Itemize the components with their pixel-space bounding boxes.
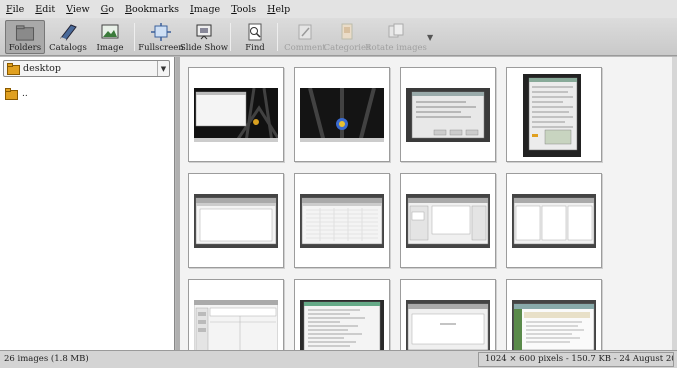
thumbnail-image: [406, 88, 490, 142]
folder-icon: [7, 62, 20, 75]
thumbnail[interactable]: [294, 173, 390, 268]
thumbnail[interactable]: [188, 173, 284, 268]
thumbnail[interactable]: [188, 67, 284, 162]
thumbnail[interactable]: [400, 67, 496, 162]
tree-item-label: ..: [22, 89, 28, 99]
toolbar-separator: [277, 23, 278, 51]
image-icon: [101, 24, 119, 39]
menu-go[interactable]: Go: [101, 4, 114, 15]
thumbnail-image: [406, 194, 490, 248]
chevron-down-icon[interactable]: ▼: [157, 61, 169, 76]
thumbnail-image: [300, 300, 384, 350]
fullscreen-button[interactable]: Fullscreen: [138, 20, 184, 54]
catalogs-label: Catalogs: [49, 43, 87, 53]
thumbnail-image: [194, 194, 278, 248]
folder-icon: [5, 88, 18, 100]
thumbnail-image: [300, 194, 384, 248]
location-combo[interactable]: desktop ▼: [3, 60, 170, 77]
thumbnail[interactable]: [400, 173, 496, 268]
rotate-images-label: Rotate images: [365, 43, 427, 53]
thumbnail[interactable]: [506, 279, 602, 350]
slideshow-label: Slide Show: [179, 43, 229, 53]
fullscreen-label: Fullscreen: [138, 43, 184, 53]
toolbar-separator: [134, 23, 135, 51]
catalog-book-icon: [60, 24, 77, 41]
thumbnail-image: [523, 74, 581, 157]
comment-icon: [298, 24, 312, 40]
location-label: desktop: [23, 63, 61, 74]
thumbnail[interactable]: [400, 279, 496, 350]
toolbar-separator: [230, 23, 231, 51]
menu-edit[interactable]: Edit: [35, 4, 55, 15]
rotate-icon: [388, 23, 404, 38]
comment-label: Comment: [284, 43, 326, 53]
fullscreen-icon: [151, 23, 171, 41]
image-button[interactable]: Image: [94, 20, 126, 54]
folder-icon: [15, 25, 35, 41]
find-button[interactable]: Find: [240, 20, 270, 54]
status-bar: 26 images (1.8 MB) 1024 × 600 pixels - 1…: [0, 350, 677, 368]
thumbnail-image: [406, 300, 490, 350]
toolbar: Folders Catalogs Image Fullscreen Slide …: [0, 18, 677, 56]
slideshow-button[interactable]: Slide Show: [180, 20, 228, 54]
menu-file[interactable]: File: [6, 4, 24, 15]
thumbnail[interactable]: [188, 279, 284, 350]
thumbnail[interactable]: [294, 67, 390, 162]
folder-sidebar: desktop ▼ ..: [0, 57, 175, 350]
slideshow-icon: [196, 24, 212, 40]
categories-label: Categories: [323, 43, 371, 53]
magnifier-icon: [248, 23, 262, 41]
catalogs-button[interactable]: Catalogs: [49, 20, 87, 54]
categories-button[interactable]: Categories: [323, 20, 371, 54]
thumbnail[interactable]: [294, 279, 390, 350]
categories-icon: [341, 23, 353, 40]
thumbnail-image: [194, 88, 278, 142]
menu-help[interactable]: Help: [267, 4, 290, 15]
menu-view[interactable]: View: [66, 4, 90, 15]
thumbnail[interactable]: [506, 173, 602, 268]
tree-item-parent[interactable]: ..: [5, 88, 28, 100]
menu-image[interactable]: Image: [190, 4, 220, 15]
thumbnail-image: [512, 194, 596, 248]
image-label: Image: [96, 43, 124, 53]
folders-button[interactable]: Folders: [5, 20, 45, 54]
toolbar-overflow-arrow-icon[interactable]: ▼: [427, 33, 433, 42]
find-label: Find: [245, 43, 265, 53]
rotate-images-button[interactable]: Rotate images: [365, 20, 427, 54]
thumbnail-image: [512, 300, 596, 350]
menu-bookmarks[interactable]: Bookmarks: [125, 4, 179, 15]
menu-bar: File Edit View Go Bookmarks Image Tools …: [0, 0, 677, 18]
vertical-scrollbar[interactable]: [672, 57, 677, 350]
status-image-count: 26 images (1.8 MB): [4, 354, 89, 364]
thumbnail-image: [300, 88, 384, 142]
status-image-info: 1024 × 600 pixels - 150.7 KB - 24 August…: [478, 352, 674, 367]
thumbnail[interactable]: [506, 67, 602, 162]
menu-tools[interactable]: Tools: [231, 4, 256, 15]
thumbnail-image: [194, 300, 278, 350]
comment-button[interactable]: Comment: [284, 20, 326, 54]
thumbnail-grid: [180, 57, 672, 350]
folders-label: Folders: [8, 43, 42, 53]
